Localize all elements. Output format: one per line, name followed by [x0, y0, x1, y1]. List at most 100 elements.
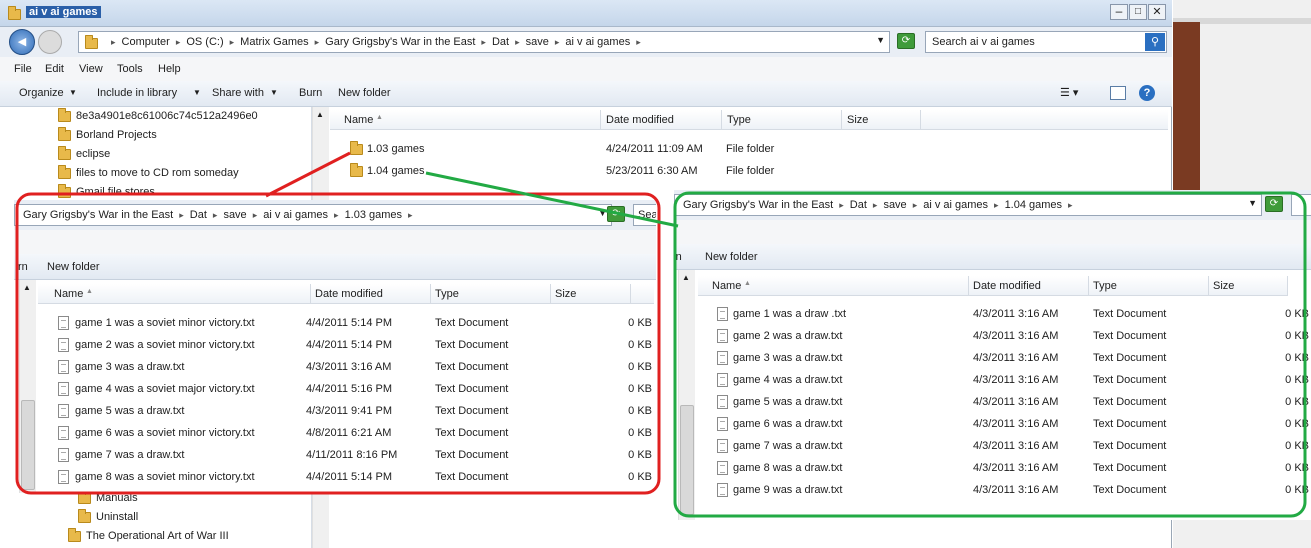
toolbar-button[interactable]: Include in library: [97, 87, 177, 99]
breadcrumb-item[interactable]: save: [526, 36, 549, 48]
new-folder-button[interactable]: New folder: [47, 261, 100, 273]
view-options-icon[interactable]: ☰ ▾: [1060, 86, 1078, 99]
list-item[interactable]: 1.04 games 5/23/2011 6:30 AM File folder: [350, 160, 950, 182]
list-item[interactable]: game 5 was a draw.txt 4/3/2011 3:16 AM Tex…: [717, 391, 1311, 413]
address-bar[interactable]: Gary Grigsby's War in the East ▸ Dat ▸ save ▸…: [674, 194, 1262, 216]
help-icon[interactable]: ?: [1139, 85, 1155, 101]
col-name[interactable]: Name: [54, 288, 83, 300]
list-item[interactable]: game 7 was a draw.txt 4/11/2011 8:16 PM Te…: [58, 444, 656, 466]
list-item[interactable]: game 8 was a draw.txt 4/3/2011 3:16 AM Tex…: [717, 457, 1311, 479]
scroll-up-icon[interactable]: ▲: [23, 283, 31, 292]
breadcrumb-item[interactable]: ai v ai games: [565, 36, 630, 48]
breadcrumb-separator-icon[interactable]: ▸: [253, 210, 258, 220]
breadcrumb-separator-icon[interactable]: ▸: [1068, 200, 1073, 210]
menu-file[interactable]: File: [14, 63, 32, 75]
breadcrumb-separator-icon[interactable]: ▸: [913, 200, 918, 210]
refresh-button[interactable]: ⟳: [897, 33, 915, 49]
list-item[interactable]: game 4 was a soviet major victory.txt 4/4…: [58, 378, 656, 400]
list-item[interactable]: game 1 was a draw .txt 4/3/2011 3:16 AM Te…: [717, 303, 1311, 325]
breadcrumb-item[interactable]: ai v ai games: [923, 199, 988, 211]
toolbar-button[interactable]: Burn: [299, 87, 322, 99]
list-item[interactable]: game 3 was a draw.txt 4/3/2011 3:16 AM Tex…: [717, 347, 1311, 369]
search-input[interactable]: Search ai v ai games: [932, 36, 1035, 48]
col-name[interactable]: Name: [344, 114, 373, 126]
breadcrumb-item[interactable]: save: [883, 199, 906, 211]
col-date[interactable]: Date modified: [315, 288, 383, 300]
list-item[interactable]: game 2 was a soviet minor victory.txt 4/4…: [58, 334, 656, 356]
breadcrumb-item[interactable]: Gary Grigsby's War in the East: [683, 199, 833, 211]
breadcrumb-item[interactable]: Dat: [850, 199, 867, 211]
close-button[interactable]: ✕: [1148, 4, 1166, 20]
address-dropdown-icon[interactable]: ▼: [876, 35, 885, 45]
breadcrumb-item[interactable]: ai v ai games: [263, 209, 328, 221]
refresh-button[interactable]: ⟳: [607, 206, 625, 222]
list-item[interactable]: game 4 was a draw.txt 4/3/2011 3:16 AM Tex…: [717, 369, 1311, 391]
toolbar-button[interactable]: Organize: [19, 87, 64, 99]
breadcrumb-item[interactable]: OS (C:): [186, 36, 223, 48]
list-item[interactable]: game 2 was a draw.txt 4/3/2011 3:16 AM Tex…: [717, 325, 1311, 347]
list-item[interactable]: game 6 was a draw.txt 4/3/2011 3:16 AM Tex…: [717, 413, 1311, 435]
breadcrumb-separator-icon[interactable]: ▸: [515, 37, 520, 47]
list-item[interactable]: game 5 was a draw.txt 4/3/2011 9:41 PM Tex…: [58, 400, 656, 422]
breadcrumb-separator-icon[interactable]: ▸: [481, 37, 486, 47]
search-box[interactable]: Search ai v ai games ⚲: [925, 31, 1167, 53]
burn-button[interactable]: rn: [674, 251, 682, 263]
breadcrumb-separator-icon[interactable]: ▸: [315, 37, 320, 47]
new-folder-button[interactable]: New folder: [705, 251, 758, 263]
col-size[interactable]: Size: [847, 114, 868, 126]
address-bar[interactable]: ▸ Computer ▸ OS (C:) ▸ Matrix Games ▸ Gary Grig…: [78, 31, 890, 53]
breadcrumb-item[interactable]: 1.03 games: [345, 209, 402, 221]
breadcrumb-item[interactable]: Dat: [190, 209, 207, 221]
menu-tools[interactable]: Tools: [117, 63, 143, 75]
menu-edit[interactable]: Edit: [45, 63, 64, 75]
col-size[interactable]: Size: [1213, 280, 1234, 292]
list-item[interactable]: 1.03 games 4/24/2011 11:09 AM File folder: [350, 138, 950, 160]
breadcrumb-item[interactable]: save: [223, 209, 246, 221]
breadcrumb-item[interactable]: Matrix Games: [240, 36, 308, 48]
breadcrumb-separator-icon[interactable]: ▸: [994, 200, 999, 210]
list-item[interactable]: game 6 was a soviet minor victory.txt 4/8…: [58, 422, 656, 444]
breadcrumb-separator-icon[interactable]: ▸: [213, 210, 218, 220]
breadcrumb-separator-icon[interactable]: ▸: [176, 37, 181, 47]
breadcrumb-separator-icon[interactable]: ▸: [111, 37, 116, 47]
scroll-up-icon[interactable]: ▲: [316, 110, 324, 119]
breadcrumb-item[interactable]: 1.04 games: [1005, 199, 1062, 211]
menu-view[interactable]: View: [79, 63, 103, 75]
scroll-thumb[interactable]: [21, 400, 35, 490]
menu-help[interactable]: Help: [158, 63, 181, 75]
search-box[interactable]: [1291, 194, 1311, 216]
search-icon[interactable]: ⚲: [1145, 33, 1165, 51]
breadcrumb-item[interactable]: Gary Grigsby's War in the East: [325, 36, 475, 48]
search-input[interactable]: Sea: [638, 209, 656, 221]
breadcrumb-item[interactable]: Gary Grigsby's War in the East: [23, 209, 173, 221]
breadcrumb-separator-icon[interactable]: ▸: [839, 200, 844, 210]
address-bar[interactable]: Gary Grigsby's War in the East ▸ Dat ▸ save ▸…: [14, 204, 612, 226]
search-box[interactable]: Sea: [633, 204, 656, 226]
refresh-button[interactable]: ⟳: [1265, 196, 1283, 212]
list-item[interactable]: game 8 was a soviet minor victory.txt 4/4…: [58, 466, 656, 488]
scroll-thumb[interactable]: [680, 405, 694, 515]
back-button[interactable]: ◀: [9, 29, 35, 55]
col-date[interactable]: Date modified: [973, 280, 1041, 292]
forward-button[interactable]: [38, 30, 62, 54]
col-type[interactable]: Type: [435, 288, 459, 300]
address-dropdown-icon[interactable]: ▼: [1248, 198, 1257, 208]
breadcrumb-separator-icon[interactable]: ▸: [179, 210, 184, 220]
list-item[interactable]: game 3 was a draw.txt 4/3/2011 3:16 AM Tex…: [58, 356, 656, 378]
burn-button[interactable]: rn: [18, 261, 28, 273]
breadcrumb-separator-icon[interactable]: ▸: [230, 37, 235, 47]
list-item[interactable]: game 9 was a draw.txt 4/3/2011 3:16 AM Tex…: [717, 479, 1311, 501]
breadcrumb-separator-icon[interactable]: ▸: [636, 37, 641, 47]
breadcrumb-item[interactable]: Dat: [492, 36, 509, 48]
col-type[interactable]: Type: [1093, 280, 1117, 292]
preview-pane-icon[interactable]: [1110, 86, 1126, 100]
breadcrumb-separator-icon[interactable]: ▸: [408, 210, 413, 220]
col-type[interactable]: Type: [727, 114, 751, 126]
address-dropdown-icon[interactable]: ▼: [598, 208, 607, 218]
toolbar-button[interactable]: New folder: [338, 87, 391, 99]
toolbar-button[interactable]: Share with: [212, 87, 264, 99]
col-size[interactable]: Size: [555, 288, 576, 300]
col-name[interactable]: Name: [712, 280, 741, 292]
scroll-up-icon[interactable]: ▲: [682, 273, 690, 282]
col-date[interactable]: Date modified: [606, 114, 674, 126]
